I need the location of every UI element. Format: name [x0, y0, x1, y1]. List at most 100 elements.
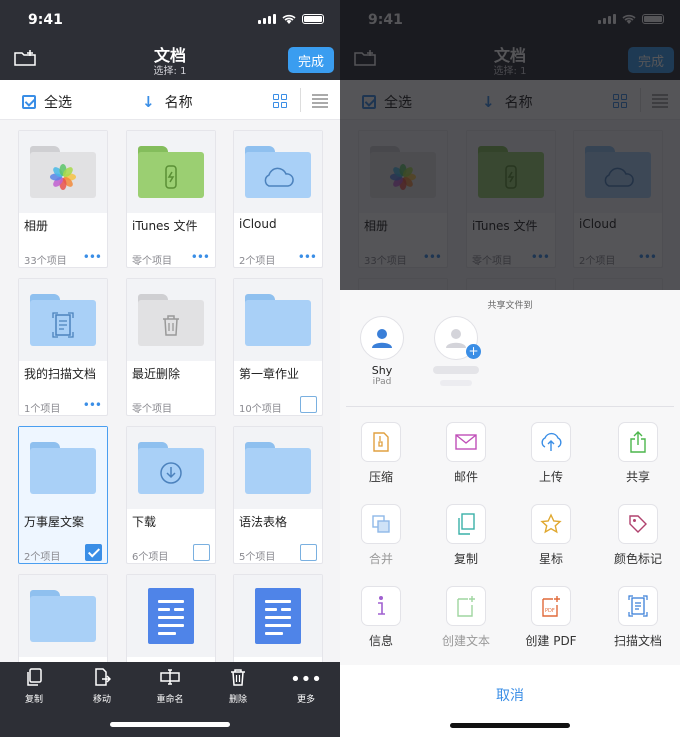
action-label: 信息 — [368, 634, 393, 648]
action-create-pdf[interactable]: PDF 创建 PDF — [516, 586, 586, 649]
action-tag[interactable]: 颜色标记 — [603, 504, 673, 567]
file-card[interactable]: iTunes 文件 零个项目 ••• — [126, 130, 216, 268]
file-name: iCloud — [239, 217, 277, 231]
action-scan-doc[interactable]: 扫描文档 — [603, 586, 673, 649]
add-contact-button[interactable]: + — [426, 316, 486, 386]
cancel-area: 取消 — [340, 665, 680, 737]
share-title: 共享文件到 — [487, 301, 533, 311]
item-count: 33个项目 — [24, 256, 67, 267]
cloud-upload-icon — [531, 422, 571, 462]
zip-icon — [361, 422, 401, 462]
bottom-toolbar: 复制 移动 重命名 删除 ••• 更多 — [0, 662, 340, 737]
contact-device: iPad — [372, 377, 392, 387]
file-card[interactable]: 第一章作业 10个项目 — [233, 278, 323, 416]
action-duplicate[interactable]: 复制 — [431, 504, 501, 567]
item-count: 10个项目 — [239, 404, 282, 415]
folder-icon — [30, 590, 96, 642]
file-thumbnail — [234, 427, 322, 509]
signal-icon — [258, 14, 276, 24]
plus-icon: + — [466, 344, 481, 359]
tag-icon — [618, 504, 658, 544]
item-count: 2个项目 — [24, 552, 61, 563]
rename-button[interactable]: 重命名 — [140, 668, 200, 705]
move-button[interactable]: 移动 — [72, 668, 132, 705]
screenshot-root: 9:41 文档 选择: 1 完成 全选 ↓ 名称 相册 33个项目 ••• iT… — [0, 0, 680, 737]
sort-by-name-button[interactable]: ↓ 名称 — [142, 92, 193, 112]
action-star[interactable]: 星标 — [516, 504, 586, 567]
delete-label: 删除 — [228, 695, 247, 705]
person-icon — [360, 316, 404, 360]
file-thumbnail — [127, 427, 215, 509]
more-button[interactable]: ••• 更多 — [276, 668, 336, 705]
file-name: 最近删除 — [132, 367, 181, 381]
action-info[interactable]: 信息 — [346, 586, 416, 649]
checkbox-icon[interactable] — [300, 396, 317, 413]
mail-icon — [446, 422, 486, 462]
star-icon — [531, 504, 571, 544]
file-name: 万事屋文案 — [24, 515, 85, 529]
svg-text:PDF: PDF — [545, 608, 555, 614]
wifi-icon — [282, 14, 296, 24]
sort-label: 名称 — [164, 95, 193, 111]
copy-button[interactable]: 复制 — [4, 668, 64, 705]
delete-button[interactable]: 删除 — [208, 668, 268, 705]
contact-name: Shy — [371, 364, 393, 377]
action-label: 上传 — [538, 470, 563, 484]
file-name: 下载 — [132, 515, 157, 529]
more-icon[interactable]: ••• — [191, 251, 210, 263]
file-card[interactable]: 最近删除 零个项目 — [126, 278, 216, 416]
file-thumbnail — [234, 575, 322, 657]
action-label: 复制 — [453, 552, 478, 566]
trash-icon — [208, 668, 268, 692]
folder-icon — [138, 442, 204, 494]
placeholder-bar — [433, 366, 479, 374]
more-icon[interactable]: ••• — [83, 251, 102, 263]
action-label: 创建文本 — [441, 634, 490, 648]
file-thumbnail — [19, 131, 107, 213]
file-card[interactable]: iCloud 2个项目 ••• — [233, 130, 323, 268]
checkbox-checked-icon[interactable] — [85, 544, 102, 561]
file-thumbnail — [127, 279, 215, 361]
select-all-button[interactable]: 全选 — [22, 92, 72, 112]
arrow-down-icon: ↓ — [142, 93, 155, 111]
action-zip[interactable]: 压缩 — [346, 422, 416, 485]
item-count: 2个项目 — [239, 256, 276, 267]
create-pdf-icon: PDF — [531, 586, 571, 626]
document-icon — [255, 588, 301, 644]
action-share[interactable]: 共享 — [603, 422, 673, 485]
action-mail[interactable]: 邮件 — [431, 422, 501, 485]
move-label: 移动 — [92, 695, 111, 705]
file-card[interactable]: 语法表格 5个项目 — [233, 426, 323, 564]
checkbox-icon[interactable] — [193, 544, 210, 561]
cancel-button[interactable]: 取消 — [340, 685, 680, 705]
share-icon — [618, 422, 658, 462]
move-icon — [72, 668, 132, 692]
list-view-icon[interactable] — [312, 94, 328, 108]
item-count: 6个项目 — [132, 552, 169, 563]
file-card[interactable]: 相册 33个项目 ••• — [18, 130, 108, 268]
file-card[interactable]: 万事屋文案 2个项目 — [18, 426, 108, 564]
item-count: 零个项目 — [132, 404, 172, 415]
file-card[interactable]: 下载 6个项目 — [126, 426, 216, 564]
action-cloud-upload[interactable]: 上传 — [516, 422, 586, 485]
dim-overlay[interactable] — [340, 0, 680, 290]
folder-icon — [30, 294, 96, 346]
checkbox-icon[interactable] — [300, 544, 317, 561]
file-card[interactable]: 我的扫描文档 1个项目 ••• — [18, 278, 108, 416]
top-bar: 9:41 文档 选择: 1 完成 — [0, 0, 340, 80]
share-sheet-screen: 9:41 文档 选择: 1 完成 全选 ↓ 名称 相册33个项目• — [340, 0, 680, 737]
contact-shy[interactable]: Shy iPad — [352, 316, 412, 387]
action-label: 扫描文档 — [613, 634, 662, 648]
file-thumbnail — [234, 279, 322, 361]
item-count: 5个项目 — [239, 552, 276, 563]
file-thumbnail — [127, 575, 215, 657]
more-icon[interactable]: ••• — [83, 399, 102, 411]
home-indicator — [450, 723, 570, 728]
grid-view-icon[interactable] — [273, 94, 287, 108]
done-button[interactable]: 完成 — [288, 47, 334, 73]
divider — [346, 406, 674, 407]
file-thumbnail — [127, 131, 215, 213]
file-thumbnail — [19, 575, 107, 657]
battery-icon — [302, 14, 324, 24]
more-icon[interactable]: ••• — [298, 251, 317, 263]
